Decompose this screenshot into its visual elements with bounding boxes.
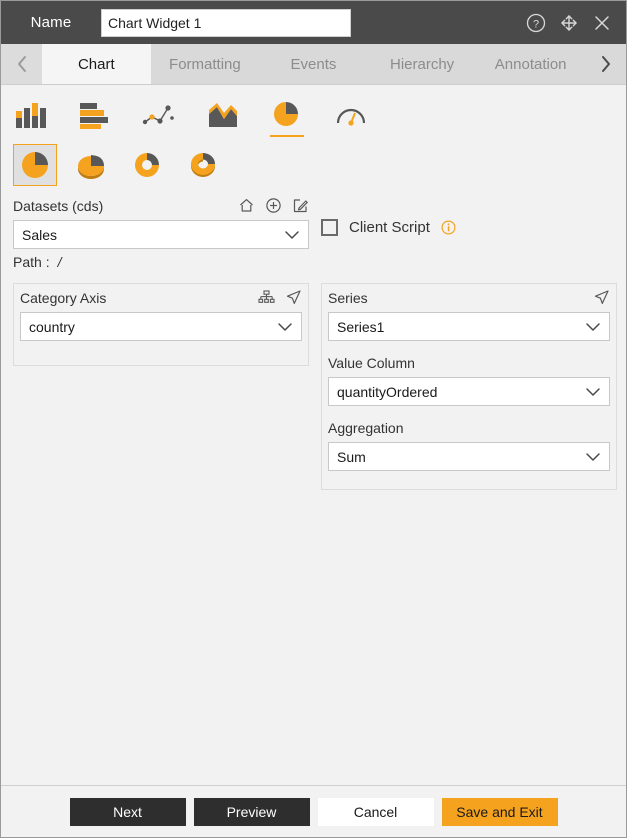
series-select[interactable]: Series1 [328,312,610,341]
tab-formatting[interactable]: Formatting [150,44,260,84]
chart-type-primary-row [1,91,626,137]
series-select-value: Series1 [337,318,385,335]
tab-hierarchy[interactable]: Hierarchy [367,44,477,84]
chevron-down-icon [585,449,601,465]
chevron-down-icon [585,319,601,335]
aggregation-select-value: Sum [337,448,366,465]
series-label: Series [328,289,368,306]
chart-type-toolbar [1,85,626,191]
client-script-checkbox[interactable] [321,219,338,236]
donut-icon[interactable] [125,144,169,186]
aggregation-select[interactable]: Sum [328,442,610,471]
category-axis-panel: Category Axis country [13,283,309,366]
edit-icon[interactable] [292,197,309,214]
tab-list: Chart Formatting Events Hierarchy Annota… [42,44,585,84]
tab-chart[interactable]: Chart [42,44,151,84]
series-filler [328,471,610,489]
category-axis-select[interactable]: country [20,312,302,341]
next-button[interactable]: Next [69,797,186,826]
path-label: Path : [13,254,50,270]
column-chart-icon[interactable] [11,95,51,135]
value-column-select-value: quantityOrdered [337,383,438,400]
scatter-line-chart-icon[interactable] [139,95,179,135]
chevron-down-icon [277,319,293,335]
navigate-icon[interactable] [593,289,610,306]
tab-prev-arrow-button[interactable] [1,44,42,84]
cancel-button[interactable]: Cancel [317,797,434,826]
navigate-icon[interactable] [285,289,302,306]
series-header-icons [593,289,610,306]
category-axis-select-value: country [29,318,75,335]
datasets-select[interactable]: Sales [13,220,309,249]
datasets-block: Datasets (cds) Sales Path: / [13,197,309,270]
widget-name-input[interactable] [101,8,351,37]
value-column-label: Value Column [328,355,415,371]
category-axis-label: Category Axis [20,289,107,306]
series-panel: Series Series1 Value Column quantityOrde… [321,283,617,490]
chart-subtype-row [1,141,626,189]
tab-annotation[interactable]: Annotation [476,44,585,84]
save-and-exit-button[interactable]: Save and Exit [441,797,558,826]
client-script-label: Client Script [349,219,430,236]
value-column-select[interactable]: quantityOrdered [328,377,610,406]
path-value: / [57,254,62,270]
svg-text:?: ? [533,18,539,30]
chart-widget-dialog: Name ? [0,0,627,838]
gauge-chart-icon[interactable] [331,95,371,135]
category-axis-header: Category Axis [20,289,302,306]
footer-actions: Next Preview Cancel Save and Exit [1,785,626,837]
title-bar: Name ? [1,1,626,44]
preview-button[interactable]: Preview [193,797,310,826]
home-icon[interactable] [238,197,255,214]
tab-next-arrow-button[interactable] [585,44,626,84]
client-script-row: Client Script [321,219,456,236]
category-axis-filler [20,341,302,357]
datasets-select-value: Sales [22,226,58,243]
category-axis-header-icons [258,289,302,306]
pie-chart-icon[interactable] [267,95,307,137]
datasets-header-icons [238,197,309,214]
dataset-path: Path : / [13,254,309,270]
pie-icon[interactable] [13,144,57,186]
chevron-down-icon [284,227,300,243]
donut-3d-icon[interactable] [181,144,225,186]
close-icon[interactable] [592,13,612,33]
area-chart-icon[interactable] [203,95,243,135]
aggregation-label: Aggregation [328,420,404,436]
name-label: Name [30,14,72,31]
tab-events[interactable]: Events [259,44,368,84]
title-bar-actions: ? [526,13,618,33]
hierarchy-icon[interactable] [258,289,275,306]
help-icon[interactable]: ? [526,13,546,33]
datasets-header: Datasets (cds) [13,197,309,214]
info-icon[interactable] [441,220,456,235]
tab-bar: Chart Formatting Events Hierarchy Annota… [1,44,626,85]
settings-body: Datasets (cds) Sales Path: / Client Scr… [1,191,626,785]
series-header: Series [328,289,610,306]
move-icon[interactable] [559,13,579,33]
datasets-label: Datasets (cds) [13,197,104,214]
pie-3d-icon[interactable] [69,144,113,186]
add-circle-icon[interactable] [265,197,282,214]
bar-chart-icon[interactable] [75,95,115,135]
chevron-down-icon [585,384,601,400]
